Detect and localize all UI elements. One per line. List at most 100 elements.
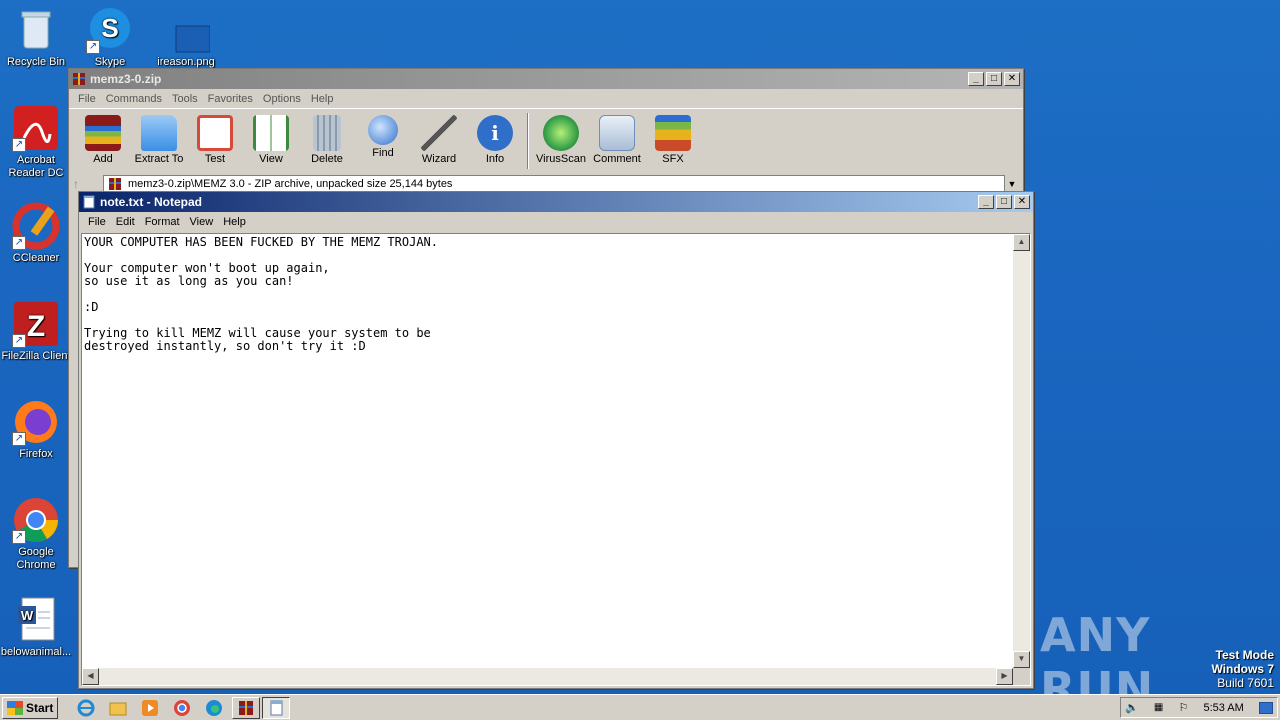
ccleaner-icon: ↗ [12, 202, 60, 250]
scroll-down-button[interactable]: ▼ [1013, 651, 1030, 668]
volume-icon[interactable]: 🔈 [1125, 701, 1139, 714]
winrar-titlebar[interactable]: memz3-0.zip _ □ ✕ [69, 69, 1023, 89]
menu-favorites[interactable]: Favorites [203, 93, 258, 105]
menu-options[interactable]: Options [258, 93, 306, 105]
test-mode-notice: Test Mode Windows 7 Build 7601 [1211, 648, 1274, 690]
desktop-icon-ccleaner[interactable]: ↗ CCleaner [0, 202, 74, 265]
filezilla-icon: Z ↗ [12, 300, 60, 348]
menu-tools[interactable]: Tools [167, 93, 203, 105]
ie-icon[interactable] [75, 697, 97, 719]
menu-help[interactable]: Help [306, 93, 339, 105]
close-button[interactable]: ✕ [1004, 72, 1020, 86]
sfx-icon [655, 115, 691, 151]
notepad-editor[interactable]: YOUR COMPUTER HAS BEEN FUCKED BY THE MEM… [81, 233, 1031, 686]
test-label: Test [204, 153, 226, 165]
comment-label: Comment [593, 153, 641, 165]
desktop-icon-ireason[interactable]: ireason.png [148, 6, 224, 69]
horizontal-scrollbar[interactable]: ◀ ▶ [82, 668, 1013, 685]
menu-commands[interactable]: Commands [101, 93, 167, 105]
winrar-app-icon [73, 73, 85, 85]
show-desktop-icon[interactable] [1258, 701, 1273, 714]
svg-text:Z: Z [27, 310, 45, 343]
test-mode-line3: Build 7601 [1217, 676, 1274, 690]
desktop-icon-chrome[interactable]: ↗ Google Chrome [0, 496, 74, 572]
image-file-icon [162, 6, 211, 54]
up-folder-icon[interactable]: ↑ [73, 177, 103, 191]
info-button[interactable]: i Info [467, 113, 523, 165]
menu-file[interactable]: File [83, 216, 111, 228]
notepad-title: note.txt - Notepad [100, 195, 202, 209]
media-player-icon[interactable] [139, 697, 161, 719]
find-button[interactable]: Find [355, 113, 411, 159]
extract-to-button[interactable]: Extract To [131, 113, 187, 165]
recycle-bin-icon [12, 6, 60, 54]
virusscan-button[interactable]: VirusScan [533, 113, 589, 165]
magnifier-icon [368, 115, 398, 145]
winrar-add-icon [85, 115, 121, 151]
maximize-button[interactable]: □ [996, 195, 1012, 209]
word-document-icon: W [12, 596, 60, 644]
winrar-menubar: File Commands Tools Favorites Options He… [69, 89, 1023, 108]
system-tray: 🔈 ▦ ⚐ 5:53 AM [1120, 697, 1278, 718]
svg-text:W: W [21, 608, 34, 623]
desktop-icon-acrobat[interactable]: ↗ Acrobat Reader DC [0, 104, 74, 180]
desktop-icon-label: FileZilla Client [1, 350, 71, 362]
wizard-button[interactable]: Wizard [411, 113, 467, 165]
notepad-app-icon [83, 195, 95, 209]
sfx-label: SFX [662, 153, 684, 165]
path-dropdown-button[interactable]: ▼ [1005, 179, 1019, 189]
desktop-icon-label: Acrobat Reader DC [8, 154, 64, 179]
minimize-button[interactable]: _ [968, 72, 984, 86]
add-button[interactable]: Add [75, 113, 131, 165]
menu-view[interactable]: View [185, 216, 219, 228]
desktop-icon-word-doc[interactable]: W belowanimal... [0, 596, 74, 659]
desktop-icon-recycle-bin[interactable]: Recycle Bin [0, 6, 74, 69]
delete-button[interactable]: Delete [299, 113, 355, 165]
desktop-icon-firefox[interactable]: ↗ Firefox [0, 398, 74, 461]
menu-edit[interactable]: Edit [111, 216, 140, 228]
windows-logo-icon [7, 700, 23, 715]
clock[interactable]: 5:53 AM [1203, 702, 1243, 714]
action-center-flag-icon[interactable]: ⚐ [1178, 701, 1188, 714]
taskbar-winrar[interactable] [232, 696, 261, 719]
menu-help[interactable]: Help [218, 216, 251, 228]
desktop-icon-label: Firefox [19, 448, 53, 460]
network-icon[interactable]: ▦ [1154, 702, 1163, 713]
scroll-left-button[interactable]: ◀ [82, 668, 99, 685]
toolbar-separator [527, 113, 529, 169]
trash-icon [313, 115, 341, 151]
info-label: Info [485, 153, 505, 165]
winrar-toolbar: Add Extract To Test View Delete Find Wiz… [69, 108, 1023, 174]
view-label: View [259, 153, 283, 165]
test-button[interactable]: Test [187, 113, 243, 165]
minimize-button[interactable]: _ [978, 195, 994, 209]
scroll-up-button[interactable]: ▲ [1013, 234, 1030, 251]
explorer-folder-icon[interactable] [107, 697, 129, 719]
notepad-text-content[interactable]: YOUR COMPUTER HAS BEEN FUCKED BY THE MEM… [84, 236, 1010, 665]
desktop-icon-filezilla[interactable]: Z ↗ FileZilla Client [0, 300, 74, 363]
firefox-icon: ↗ [12, 398, 60, 446]
taskbar-notepad[interactable] [262, 696, 291, 719]
vertical-scrollbar[interactable]: ▲ ▼ [1013, 234, 1030, 668]
view-button[interactable]: View [243, 113, 299, 165]
resize-grip[interactable] [1013, 668, 1030, 685]
menu-format[interactable]: Format [140, 216, 185, 228]
chrome-taskbar-icon[interactable] [171, 697, 193, 719]
desktop-icon-skype[interactable]: S ↗ Skype [72, 6, 148, 69]
desktop-icon-label: belowanimal... [0, 646, 72, 658]
path-text: memz3-0.zip\MEMZ 3.0 - ZIP archive, unpa… [128, 178, 453, 190]
sfx-button[interactable]: SFX [645, 113, 701, 165]
notepad-window[interactable]: note.txt - Notepad _ □ ✕ File Edit Forma… [78, 191, 1034, 689]
maximize-button[interactable]: □ [986, 72, 1002, 86]
comment-button[interactable]: Comment [589, 113, 645, 165]
edge-icon[interactable] [203, 697, 225, 719]
close-button[interactable]: ✕ [1014, 195, 1030, 209]
virusscan-label: VirusScan [536, 153, 586, 165]
comment-icon [599, 115, 635, 151]
notepad-titlebar[interactable]: note.txt - Notepad _ □ ✕ [79, 192, 1033, 212]
folder-icon [141, 115, 177, 151]
menu-file[interactable]: File [73, 93, 101, 105]
start-button[interactable]: Start [2, 696, 59, 719]
virus-scan-icon [543, 115, 579, 151]
scroll-right-button[interactable]: ▶ [996, 668, 1013, 685]
